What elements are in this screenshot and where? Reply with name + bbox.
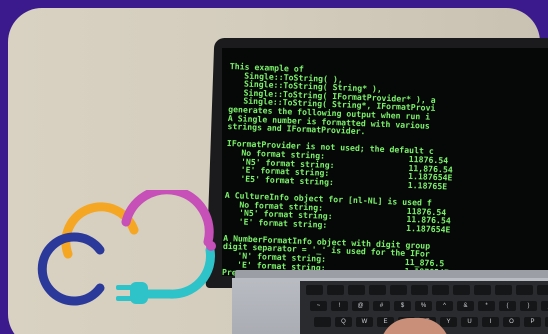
banner-frame: This example of Single::ToString( ), Sin… [0,0,548,334]
keyboard-key: ~ [310,301,327,311]
keyboard-key [314,317,331,327]
keyboard-key: ( [499,301,516,311]
logo-pink-dot [206,241,216,251]
keyboard-key [411,285,428,295]
plug-icon [116,282,148,304]
keyboard-key [369,285,386,295]
keyboard-key [495,285,512,295]
keyboard-key [306,285,323,295]
keyboard-key: W [356,317,373,327]
keyboard-key: Y [440,317,457,327]
keyboard-key: # [373,301,390,311]
keyboard-key: @ [352,301,369,311]
keyboard-key [516,285,533,295]
keyboard-key: Q [335,317,352,327]
keyboard-key: _ [541,301,548,311]
keyboard-key: ^ [436,301,453,311]
logo-teal-arc [143,245,215,299]
logo-pink-arc [121,190,214,247]
keyboard-key [453,285,470,295]
keyboard-key: U [461,317,478,327]
cloud-plug-logo [37,190,216,306]
laptop-screen: This example of Single::ToString( ), Sin… [222,48,548,276]
keyboard-key [348,285,365,295]
keyboard-key: $ [394,301,411,311]
keyboard-key [474,285,491,295]
terminal-output: This example of Single::ToString( ), Sin… [222,61,457,276]
keyboard-key: P [524,317,541,327]
keyboard-key: * [478,301,495,311]
keyboard-key: ! [331,301,348,311]
logo-navy-arc [37,232,105,306]
keyboard-key [432,285,449,295]
keyboard-key [390,285,407,295]
keyboard-key: I [482,317,499,327]
keyboard-key [327,285,344,295]
keyboard-key: ) [520,301,537,311]
keyboard-key: % [415,301,432,311]
keyboard-key: O [503,317,520,327]
keyboard-key: & [457,301,474,311]
keyboard-key [537,285,548,295]
